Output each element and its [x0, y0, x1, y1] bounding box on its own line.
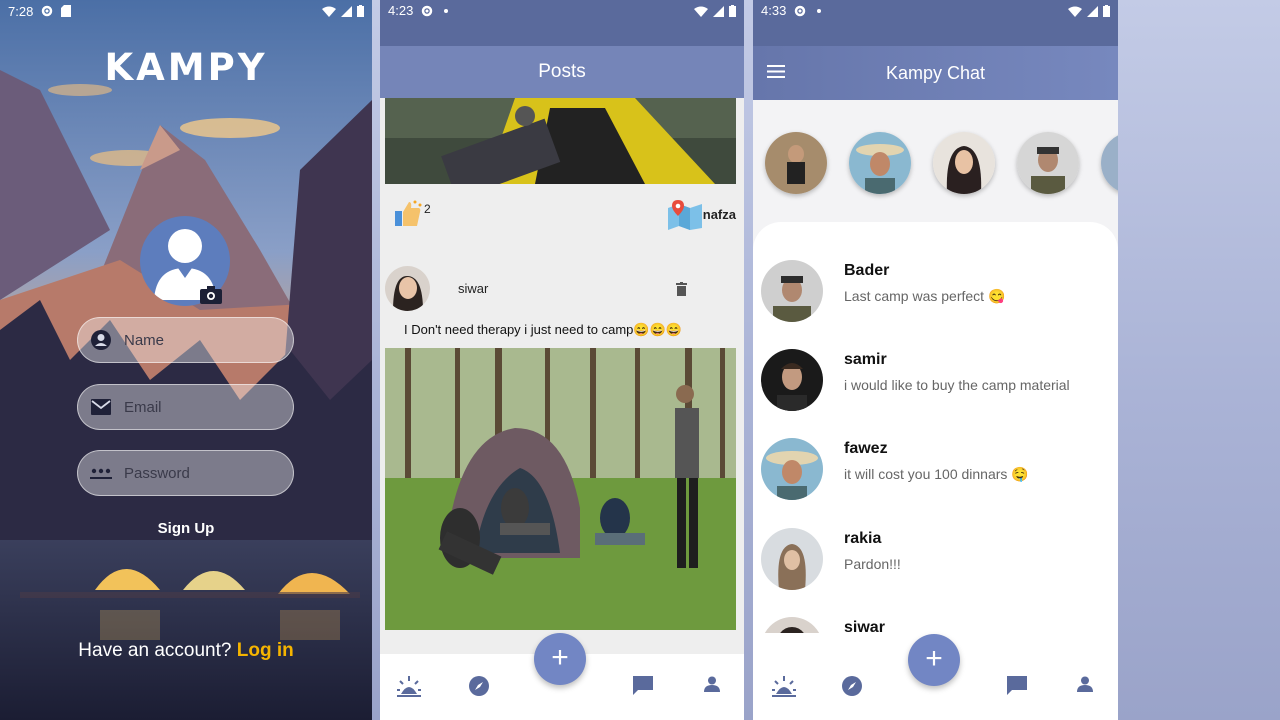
- list-item[interactable]: Bader Last camp was perfect 😋: [753, 260, 1118, 324]
- status-time: 4:33: [761, 3, 787, 18]
- wifi-icon: [694, 6, 708, 17]
- have-account-text: Have an account?: [78, 640, 232, 661]
- account-circle-icon: [90, 329, 112, 351]
- sun-icon[interactable]: [397, 676, 421, 698]
- email-input[interactable]: Email: [77, 384, 294, 430]
- post-username[interactable]: siwar: [458, 281, 488, 296]
- hamburger-menu-icon[interactable]: [767, 65, 785, 78]
- avatar: [761, 260, 823, 322]
- post-caption: I Don't need therapy i just need to camp…: [404, 322, 682, 337]
- signal-icon: [713, 5, 724, 17]
- settings-icon: [42, 5, 53, 17]
- email-icon: [90, 396, 112, 418]
- signup-screen: 7:28 KAMPY Name Email Password Sign Up H…: [0, 0, 372, 720]
- story-avatar[interactable]: [1101, 132, 1118, 194]
- list-item[interactable]: samir i would like to buy the camp mater…: [753, 349, 1118, 413]
- trash-icon[interactable]: [676, 282, 687, 296]
- wifi-icon: [1068, 6, 1082, 17]
- posts-screen: 4:23 Posts 2 nafza siwar I Don't need th…: [380, 0, 744, 720]
- sd-card-icon: [61, 5, 72, 17]
- posts-app-bar: Posts: [380, 46, 744, 98]
- status-time: 7:28: [8, 3, 34, 19]
- chat-message: Last camp was perfect 😋: [844, 288, 1006, 304]
- battery-icon: [1103, 5, 1110, 17]
- story-avatar[interactable]: [933, 132, 995, 194]
- signal-icon: [1087, 5, 1098, 17]
- chat-icon[interactable]: [1007, 676, 1027, 695]
- camping-photo[interactable]: [385, 348, 736, 630]
- battery-icon: [357, 5, 364, 17]
- page-title: Posts: [538, 61, 586, 82]
- signal-icon: [341, 5, 352, 17]
- status-bar: 4:33: [753, 0, 1118, 46]
- new-chat-button[interactable]: +: [908, 634, 960, 686]
- chat-message: it will cost you 100 dinnars 🤤: [844, 466, 1029, 482]
- location-tag[interactable]: nafza: [667, 198, 736, 230]
- compass-icon[interactable]: [469, 676, 489, 696]
- location-name: nafza: [702, 206, 736, 222]
- kayak-photo[interactable]: [385, 98, 736, 184]
- status-time: 4:23: [388, 3, 414, 18]
- thumbs-up-icon: [395, 200, 422, 226]
- story-avatar[interactable]: [765, 132, 827, 194]
- password-placeholder: Password: [124, 464, 190, 482]
- list-item[interactable]: fawez it will cost you 100 dinnars 🤤: [753, 438, 1118, 502]
- have-account-row: Have an account? Log in: [0, 640, 372, 662]
- name-placeholder: Name: [124, 331, 165, 349]
- chat-icon[interactable]: [633, 676, 653, 695]
- story-avatar[interactable]: [1017, 132, 1079, 194]
- avatar: [761, 438, 823, 500]
- status-bar: 7:28: [0, 0, 372, 22]
- login-link[interactable]: Log in: [237, 640, 294, 661]
- profile-icon[interactable]: [704, 676, 720, 692]
- chat-name: fawez: [844, 440, 888, 457]
- password-dots-icon: [90, 462, 112, 484]
- post-header: siwar: [380, 266, 744, 314]
- notification-dot-icon: [817, 9, 822, 13]
- avatar: [761, 528, 823, 590]
- status-bar: 4:23: [380, 0, 744, 46]
- email-placeholder: Email: [124, 398, 162, 416]
- chat-name: samir: [844, 351, 887, 368]
- compass-icon[interactable]: [842, 676, 862, 696]
- sun-icon[interactable]: [772, 676, 796, 698]
- password-input[interactable]: Password: [77, 450, 294, 496]
- settings-icon: [795, 5, 806, 17]
- page-title: Kampy Chat: [885, 62, 986, 83]
- chat-name: siwar: [844, 619, 885, 633]
- chat-name: Bader: [844, 262, 890, 279]
- post-actions: 2 nafza: [380, 196, 744, 232]
- list-item[interactable]: rakia Pardon!!!: [753, 528, 1118, 592]
- name-input[interactable]: Name: [77, 317, 294, 363]
- add-post-button[interactable]: +: [534, 633, 586, 685]
- avatar: [761, 349, 823, 411]
- like-button[interactable]: 2: [393, 198, 431, 228]
- avatar: [761, 617, 823, 633]
- profile-icon[interactable]: [1077, 676, 1093, 692]
- chat-name: rakia: [844, 530, 882, 547]
- list-item[interactable]: siwar: [753, 617, 1118, 633]
- map-location-icon: [667, 200, 702, 230]
- wifi-icon: [322, 6, 336, 17]
- camera-icon[interactable]: [200, 286, 222, 304]
- story-avatar[interactable]: [849, 132, 911, 194]
- battery-icon: [729, 5, 736, 17]
- chat-message: i would like to buy the camp material: [844, 377, 1070, 393]
- signup-button[interactable]: Sign Up: [0, 520, 372, 537]
- notification-dot-icon: [444, 9, 449, 13]
- chat-screen: 4:33 Kampy Chat Bader Last camp was perf…: [753, 0, 1118, 720]
- kampy-logo: KAMPY: [104, 46, 268, 89]
- avatar[interactable]: [385, 266, 430, 311]
- chat-app-bar: Kampy Chat: [753, 46, 1118, 100]
- like-count: 2: [424, 202, 431, 216]
- settings-icon: [422, 5, 433, 17]
- chat-message: Pardon!!!: [844, 556, 901, 572]
